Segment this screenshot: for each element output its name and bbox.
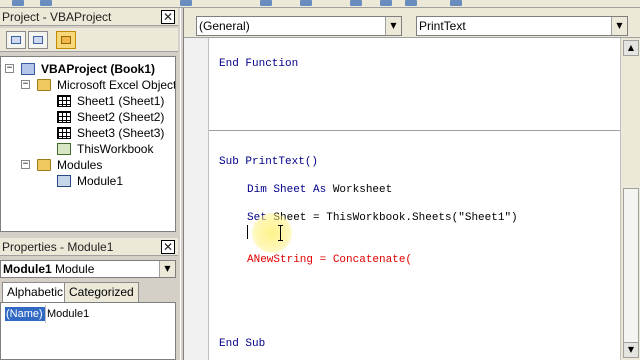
pause-icon[interactable]	[300, 0, 312, 6]
chevron-down-icon[interactable]: ▼	[159, 261, 175, 277]
view-code-icon	[11, 36, 21, 44]
insert-icon[interactable]	[40, 0, 52, 6]
vba-project-icon	[21, 63, 35, 75]
code-window-header: (General) ▼ PrintText ▼	[184, 8, 640, 38]
module-icon	[57, 175, 71, 187]
column-divider	[45, 305, 46, 323]
project-explorer-toolbar	[0, 28, 178, 52]
run-icon[interactable]	[260, 0, 272, 6]
chevron-down-icon[interactable]: ▼	[385, 17, 401, 35]
code-line-error: ANewString = Concatenate(	[247, 254, 413, 266]
chevron-down-icon[interactable]: ▼	[611, 17, 627, 35]
tree-label: Sheet1 (Sheet1)	[77, 94, 165, 108]
folder-icon	[37, 79, 51, 91]
properties-icon[interactable]	[405, 0, 417, 6]
excel-icon[interactable]	[12, 0, 24, 6]
worksheet-icon	[57, 127, 71, 139]
object-combo-value: (General)	[199, 19, 250, 33]
help-icon[interactable]	[450, 0, 462, 6]
cursor-highlight	[252, 213, 292, 253]
close-project-explorer-button[interactable]: ✕	[161, 10, 175, 24]
tree-node-sheet2[interactable]: Sheet2 (Sheet2)	[57, 109, 175, 125]
scroll-down-icon[interactable]: ▼	[623, 342, 639, 358]
tab-alphabetic[interactable]: Alphabetic	[2, 282, 69, 303]
tree-node-thisworkbook[interactable]: ThisWorkbook	[57, 141, 175, 157]
scroll-up-icon[interactable]: ▲	[623, 40, 639, 56]
close-properties-button[interactable]: ✕	[161, 240, 175, 254]
tree-label: Sheet2 (Sheet2)	[77, 110, 165, 124]
left-pane: Project - VBAProject ✕ − VBAProject (Boo…	[0, 8, 180, 360]
design-mode-icon[interactable]	[350, 0, 362, 6]
view-object-icon	[33, 36, 43, 44]
project-explorer-icon[interactable]	[380, 0, 392, 6]
cut-icon[interactable]	[180, 0, 192, 6]
code-editor[interactable]: End Function Sub PrintText() Dim Sheet A…	[208, 38, 621, 360]
ibeam-cursor-icon	[278, 225, 283, 241]
tree-node-project[interactable]: − VBAProject (Book1)	[5, 61, 175, 77]
collapse-icon[interactable]: −	[21, 160, 30, 169]
worksheet-icon	[57, 111, 71, 123]
procedure-combo[interactable]: PrintText ▼	[416, 16, 628, 36]
procedure-separator	[209, 130, 621, 131]
tab-categorized[interactable]: Categorized	[64, 282, 139, 302]
view-object-button[interactable]	[28, 31, 48, 49]
project-explorer-title: Project - VBAProject ✕	[0, 8, 178, 26]
standard-toolbar	[0, 0, 640, 8]
code-line: Dim Sheet As Worksheet	[247, 183, 392, 197]
tree-node-excel-objects[interactable]: − Microsoft Excel Objects	[21, 77, 175, 93]
tree-label: Module1	[77, 174, 124, 188]
tree-label: Sheet3 (Sheet3)	[77, 126, 165, 140]
properties-tabs: Alphabetic Categorized	[0, 282, 176, 303]
project-tree: − VBAProject (Book1) − Microsoft Excel O…	[0, 56, 176, 232]
property-name[interactable]: (Name)	[5, 307, 45, 321]
collapse-icon[interactable]: −	[5, 64, 14, 73]
worksheet-icon	[57, 95, 71, 107]
tree-label: ThisWorkbook	[77, 142, 154, 156]
vertical-scrollbar[interactable]: ▲ ▼	[620, 38, 640, 360]
object-name: Module1	[3, 262, 52, 276]
tree-node-sheet1[interactable]: Sheet1 (Sheet1)	[57, 93, 175, 109]
tree-node-sheet3[interactable]: Sheet3 (Sheet3)	[57, 125, 175, 141]
properties-grid: (Name) Module1	[0, 302, 176, 360]
code-token: Worksheet	[332, 184, 393, 196]
tree-label: Modules	[57, 158, 103, 172]
object-combo[interactable]: (General) ▼	[196, 16, 402, 36]
properties-title-text: Properties - Module1	[2, 240, 114, 254]
tree-node-modules[interactable]: − Modules	[21, 157, 175, 173]
code-line: End Function	[219, 58, 299, 70]
collapse-icon[interactable]: −	[21, 80, 30, 89]
code-token: Sheet = ThisWorkbook.Sheets("Sheet1")	[273, 212, 518, 224]
text-caret	[247, 225, 248, 239]
property-value[interactable]: Module1	[47, 307, 89, 321]
folder-icon	[37, 159, 51, 171]
procedure-combo-value: PrintText	[419, 19, 466, 33]
tree-label: VBAProject (Book1)	[41, 62, 156, 76]
code-line: End Sub	[219, 338, 266, 350]
folder-icon	[61, 36, 71, 44]
workbook-icon	[57, 143, 71, 155]
view-code-button[interactable]	[6, 31, 26, 49]
project-explorer-title-text: Project - VBAProject	[2, 10, 112, 24]
scroll-thumb[interactable]	[623, 188, 639, 348]
code-token: Dim Sheet As	[247, 184, 333, 196]
code-margin[interactable]	[184, 38, 208, 360]
code-line: Sub PrintText()	[219, 156, 319, 168]
toggle-folders-button[interactable]	[56, 31, 76, 49]
properties-title: Properties - Module1 ✕	[0, 238, 178, 256]
tree-label: Microsoft Excel Objects	[57, 78, 176, 92]
properties-object-select[interactable]: Module1 Module ▼	[0, 260, 176, 278]
tree-node-module1[interactable]: Module1	[57, 173, 175, 189]
object-type: Module	[55, 262, 95, 276]
